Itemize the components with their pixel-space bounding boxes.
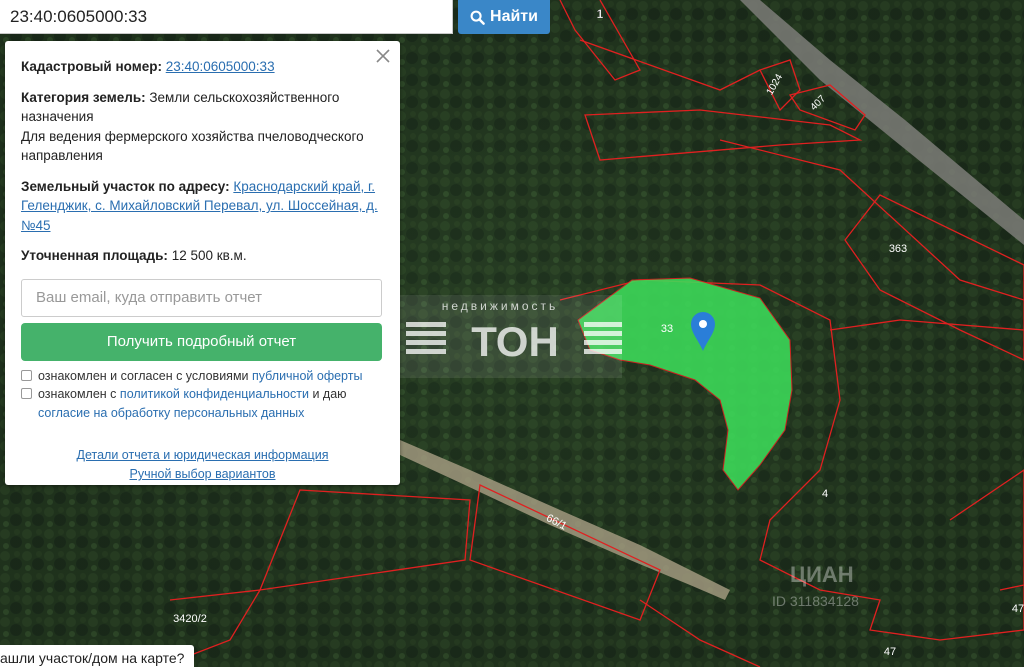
address-row: Земельный участок по адресу: Краснодарск… xyxy=(21,177,384,236)
parcel-info-panel: Кадастровый номер: 23:40:0605000:33 Кате… xyxy=(5,41,400,485)
watermark-ton: недвижимость ТОН xyxy=(382,295,622,378)
help-bubble[interactable]: ашли участок/дом на карте? xyxy=(0,645,195,667)
personal-data-consent-link[interactable]: согласие на обработку персональных данны… xyxy=(38,406,304,420)
watermark-small-text: недвижимость xyxy=(442,299,559,313)
cadastral-row: Кадастровый номер: 23:40:0605000:33 xyxy=(21,57,384,77)
search-button-label: Найти xyxy=(490,8,538,25)
search-button[interactable]: Найти xyxy=(458,0,550,34)
area-label: Уточненная площадь: xyxy=(21,248,168,263)
plot-label-3420-2: 3420/2 xyxy=(173,613,207,625)
consent-privacy-mid: и даю xyxy=(312,387,347,401)
get-report-button[interactable]: Получить подробный отчет xyxy=(21,322,382,361)
plot-label-47a: 47 xyxy=(884,646,896,658)
watermark-id-text: ID 311834128 xyxy=(772,593,859,609)
plot-label-33: 33 xyxy=(661,323,673,335)
category-label: Категория земель: xyxy=(21,89,146,105)
search-icon xyxy=(470,10,485,25)
consent-privacy-row: ознакомлен с политикой конфиденциальност… xyxy=(21,385,384,422)
area-value: 12 500 кв.м. xyxy=(171,248,247,263)
plot-label-363: 363 xyxy=(889,243,907,255)
consent-offer-row: ознакомлен и согласен с условиями публич… xyxy=(21,367,384,386)
consent-privacy-text: ознакомлен с политикой конфиденциальност… xyxy=(38,385,347,422)
manual-selection-link[interactable]: Ручной выбор вариантов xyxy=(21,465,384,484)
watermark-big-text: ТОН xyxy=(471,318,559,365)
plot-label-4: 4 xyxy=(822,488,828,500)
consent-offer-prefix: ознакомлен и согласен с условиями xyxy=(38,368,249,383)
category-row: Категория земель: Земли сельскохозяйстве… xyxy=(21,88,384,166)
bottom-links: Детали отчета и юридическая информация Р… xyxy=(21,446,384,484)
cadastral-link[interactable]: 23:40:0605000:33 xyxy=(166,59,275,74)
consent-offer-text: ознакомлен и согласен с условиями публич… xyxy=(38,367,362,386)
search-input[interactable]: 23:40:0605000:33 xyxy=(0,0,453,34)
plot-label-1: 1 xyxy=(597,7,604,21)
consent-offer-checkbox[interactable] xyxy=(21,369,32,381)
area-row: Уточненная площадь: 12 500 кв.м. xyxy=(21,246,384,266)
plot-label-47b: 47 xyxy=(1012,603,1024,615)
close-icon[interactable] xyxy=(376,49,390,63)
address-label: Земельный участок по адресу: xyxy=(21,178,230,194)
watermark-cian-text: ЦИАН xyxy=(790,562,854,587)
cadastral-label: Кадастровый номер: xyxy=(21,59,162,74)
consent-privacy-prefix: ознакомлен с xyxy=(38,387,117,401)
email-field[interactable]: Ваш email, куда отправить отчет xyxy=(21,278,382,317)
consent-privacy-checkbox[interactable] xyxy=(21,388,32,399)
privacy-policy-link[interactable]: политикой конфиденциальности xyxy=(120,387,309,401)
report-details-link[interactable]: Детали отчета и юридическая информация xyxy=(21,446,384,465)
public-offer-link[interactable]: публичной оферты xyxy=(252,369,362,383)
usage-value: Для ведения фермерского хозяйства пчелов… xyxy=(21,128,364,164)
